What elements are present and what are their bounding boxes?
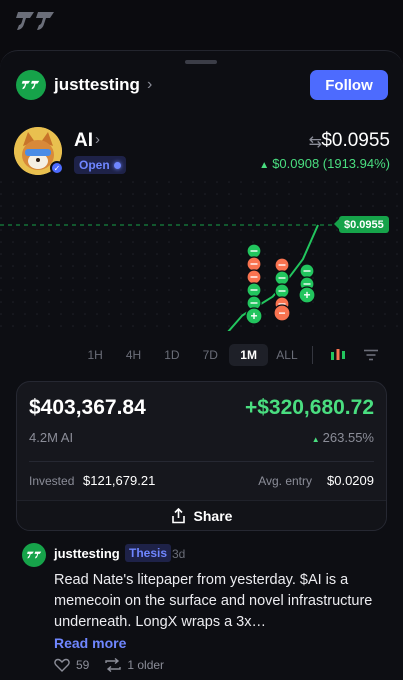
post-actions: 59 1 older: [54, 658, 180, 672]
range-1m[interactable]: 1M: [229, 344, 268, 366]
time-range-selector: 1H 4H 1D 7D 1M ALL: [76, 344, 388, 366]
app-logo-icon[interactable]: [16, 8, 56, 34]
status-badge: Open: [74, 156, 126, 174]
creator-avatar[interactable]: [16, 70, 46, 100]
share-label: Share: [193, 507, 233, 524]
avg-entry-label: Avg. entry: [258, 474, 312, 488]
token-header: ✓ AI › Open ⇆ $0.0955 ▲ $0.0908 (1913.94%…: [14, 127, 390, 179]
price-chart[interactable]: + − +: [0, 181, 403, 331]
share-icon: [171, 507, 185, 523]
marker-bar: [250, 276, 258, 278]
repost-icon[interactable]: [105, 658, 122, 672]
swap-icon[interactable]: ⇆: [309, 132, 322, 152]
post-age: 3d: [172, 547, 186, 561]
token-price: $0.0955: [321, 130, 390, 151]
like-count: 59: [76, 658, 90, 672]
token-name[interactable]: AI: [74, 130, 93, 152]
marker-bar: [250, 289, 258, 291]
heart-icon[interactable]: [54, 658, 70, 672]
share-button[interactable]: Share: [17, 500, 386, 530]
filter-icon[interactable]: [355, 344, 388, 366]
post-author-avatar[interactable]: [22, 543, 46, 567]
marker-bar: [278, 290, 286, 292]
chart-grid: [0, 181, 403, 331]
post-author[interactable]: justtesting: [54, 546, 120, 561]
read-more-link[interactable]: Read more: [54, 635, 126, 651]
range-1h[interactable]: 1H: [76, 344, 114, 366]
price-change: ▲ $0.0908 (1913.94%): [259, 156, 390, 171]
chevron-right-icon[interactable]: ›: [147, 76, 152, 94]
marker-bar: [250, 263, 258, 265]
invested-value: $121,679.21: [83, 473, 156, 488]
candlestick-chart-icon[interactable]: [321, 344, 354, 366]
marker-bar: [303, 283, 311, 285]
marker-bar: [278, 264, 286, 266]
sheet-grabber[interactable]: [185, 60, 217, 64]
up-triangle-icon: ▲: [259, 160, 270, 171]
status-label: Open: [79, 158, 110, 172]
avg-entry-value: $0.0209: [327, 473, 374, 488]
position-holdings: 4.2M AI: [29, 430, 74, 445]
status-dot-icon: [113, 161, 121, 169]
creator-name[interactable]: justtesting: [54, 75, 140, 95]
current-price-tag: $0.0955: [334, 216, 389, 233]
price-change-value: $0.0908 (1913.94%): [272, 156, 390, 171]
divider: [29, 461, 374, 462]
position-value: $403,367.84: [29, 396, 146, 419]
range-7d[interactable]: 7D: [191, 344, 229, 366]
thesis-tag: Thesis: [125, 544, 172, 562]
repost-count: 1 older: [127, 658, 165, 672]
follow-button[interactable]: Follow: [310, 70, 388, 100]
marker-bar: [250, 302, 258, 304]
chevron-right-icon[interactable]: ›: [95, 131, 100, 148]
position-card: $403,367.84 +$320,680.72 4.2M AI ▲ 263.55…: [16, 381, 387, 531]
divider: [312, 346, 314, 364]
plus-icon: +: [250, 309, 257, 323]
pnl-percent-value: 263.55%: [322, 430, 374, 445]
marker-bar: [278, 277, 286, 279]
plus-icon: +: [303, 288, 310, 302]
token-sheet: justtesting › Follow ✓ AI › Open ⇆ $0.09…: [0, 50, 403, 680]
marker-bar: [250, 250, 258, 252]
invested-label: Invested: [29, 474, 75, 488]
range-all[interactable]: ALL: [268, 344, 306, 366]
verified-badge-icon: ✓: [50, 161, 64, 175]
post-body: Read Nate's litepaper from yesterday. $A…: [54, 572, 373, 630]
range-1d[interactable]: 1D: [153, 344, 191, 366]
position-pnl: +$320,680.72: [244, 396, 374, 419]
creator-row: justtesting › Follow: [16, 70, 388, 100]
range-4h[interactable]: 4H: [114, 344, 152, 366]
up-triangle-icon: ▲: [311, 435, 320, 444]
position-pnl-percent: ▲ 263.55%: [312, 430, 374, 445]
marker-bar: [303, 270, 311, 272]
minus-icon: −: [278, 306, 285, 320]
